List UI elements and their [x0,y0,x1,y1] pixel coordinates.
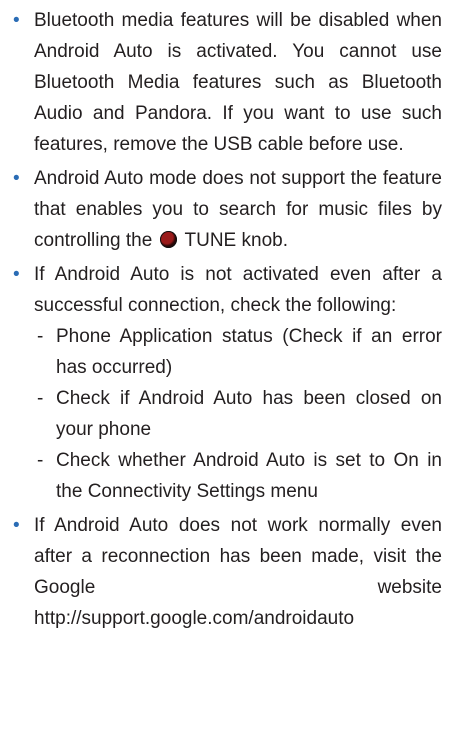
bullet-icon: • [13,10,20,31]
bullet-icon: • [13,515,20,536]
note-troubleshoot-activation: • If Android Auto is not activated even … [10,259,442,507]
note-text-tail: TUNE knob. [179,230,289,251]
dash-marker: - [37,388,44,409]
check-item-connectivity-settings: - Check whether Android Auto is set to O… [34,445,442,507]
bullet-icon: • [13,168,20,189]
tune-knob-icon [159,231,177,248]
check-item-text: Check whether Android Auto is set to On … [56,450,442,502]
dash-marker: - [37,450,44,471]
note-tune-knob: • Android Auto mode does not support the… [10,163,442,256]
bullet-icon: • [13,264,20,285]
note-text: If Android Auto is not activated even af… [34,264,442,316]
dash-marker: - [37,326,44,347]
check-item-text: Phone Application status (Check if an er… [56,326,442,378]
notes-list: • Bluetooth media features will be disab… [10,5,442,634]
check-item-phone-app: - Phone Application status (Check if an … [34,321,442,383]
check-list: - Phone Application status (Check if an … [34,321,442,507]
manual-page: • Bluetooth media features will be disab… [0,0,450,736]
note-bluetooth-media: • Bluetooth media features will be disab… [10,5,442,160]
note-google-support: • If Android Auto does not work normally… [10,510,442,634]
check-item-text: Check if Android Auto has been closed on… [56,388,442,440]
note-text: If Android Auto does not work normally e… [34,515,442,629]
note-text: Bluetooth media features will be disable… [34,10,442,155]
check-item-closed-on-phone: - Check if Android Auto has been closed … [34,383,442,445]
